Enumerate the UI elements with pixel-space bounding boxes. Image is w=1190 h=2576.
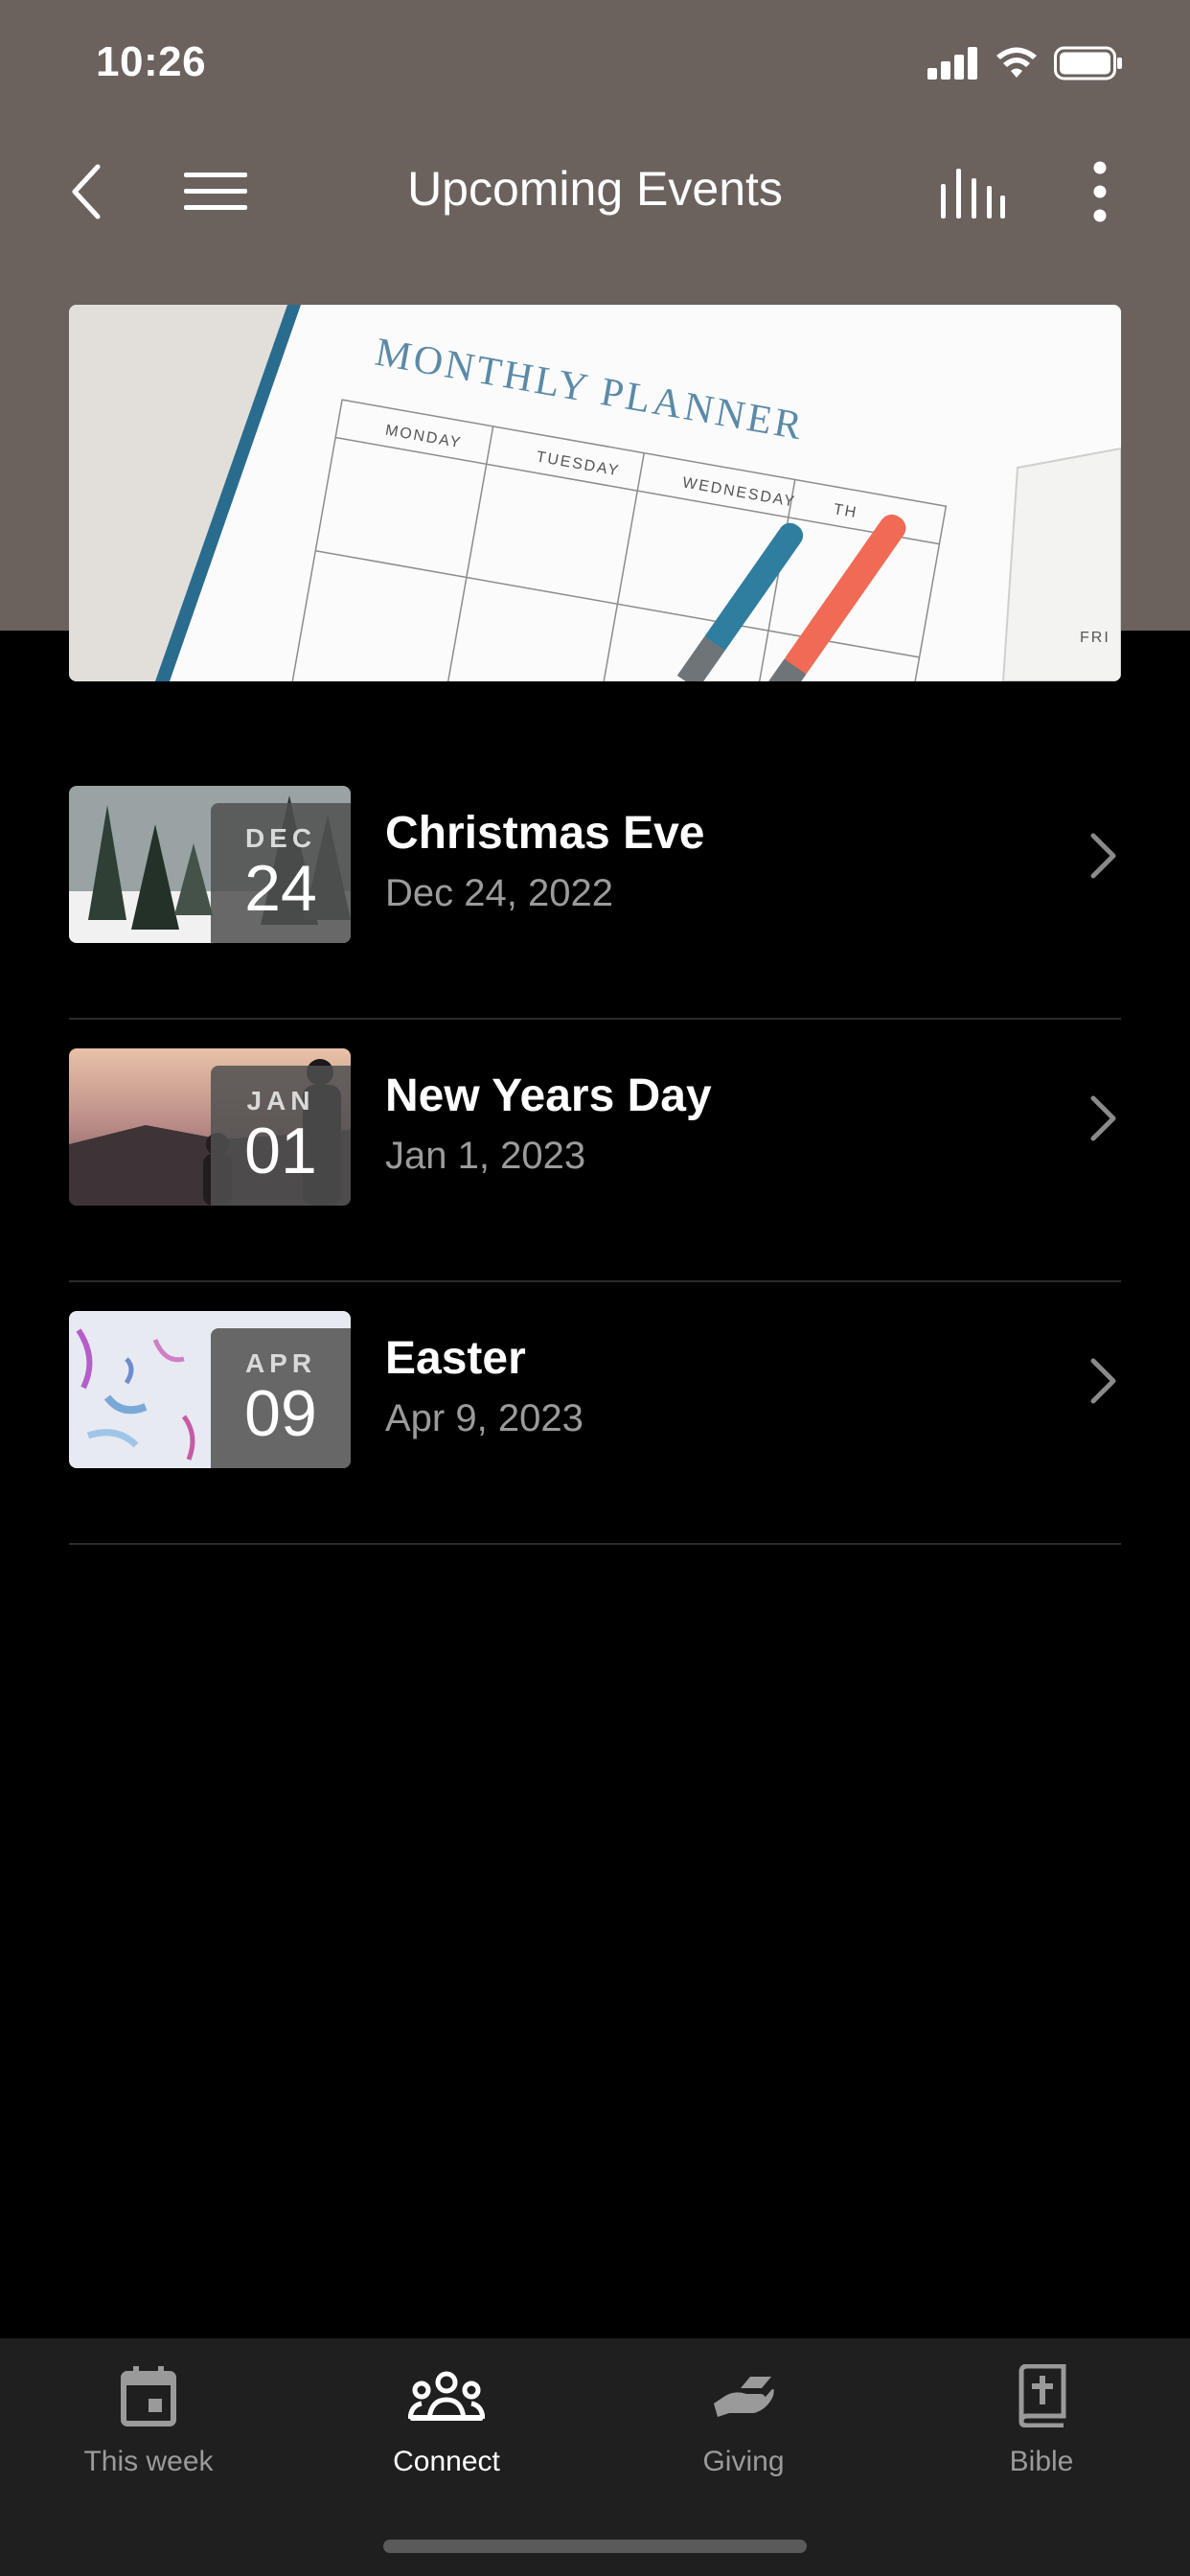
date-badge: JAN 01: [211, 1066, 351, 1206]
badge-day: 24: [244, 852, 317, 925]
more-options-button[interactable]: [1062, 153, 1138, 230]
page-title: Upcoming Events: [407, 162, 783, 216]
event-title: Christmas Eve: [385, 808, 705, 859]
status-time: 10:26: [96, 38, 207, 85]
event-row[interactable]: APR 09 Easter Apr 9, 2023: [69, 1282, 1121, 1545]
event-date: Dec 24, 2022: [385, 872, 613, 914]
event-thumbnail: DEC 24: [69, 786, 351, 943]
event-date: Jan 1, 2023: [385, 1135, 586, 1177]
date-badge: DEC 24: [211, 803, 351, 943]
audio-button[interactable]: [934, 153, 1011, 230]
tab-label: Connect: [393, 2446, 500, 2477]
event-title: Easter: [385, 1333, 526, 1384]
tab-label: Bible: [1009, 2446, 1074, 2477]
events-list: DEC 24 Christmas Eve Dec 24, 2022 JAN 01…: [69, 757, 1121, 1545]
audio-bars-icon: [941, 169, 1005, 218]
people-icon: [408, 2371, 485, 2421]
event-date: Apr 9, 2023: [385, 1397, 584, 1439]
home-indicator: [383, 2540, 807, 2553]
event-row[interactable]: DEC 24 Christmas Eve Dec 24, 2022: [69, 757, 1121, 1020]
calendar-icon: [121, 2366, 176, 2426]
badge-month: DEC: [244, 823, 317, 853]
hero-image: MONTHLY PLANNER MONDAY TUESDAY WEDNESDAY…: [69, 305, 1121, 681]
more-vertical-icon: [1093, 161, 1107, 222]
chevron-right-icon: [1090, 1095, 1116, 1141]
chevron-right-icon: [1090, 833, 1116, 879]
tab-bible[interactable]: Bible: [917, 2358, 1166, 2511]
tab-giving[interactable]: Giving: [619, 2358, 868, 2511]
planner-day-label: FRI: [1080, 630, 1110, 646]
wifi-icon: [996, 47, 1037, 78]
date-badge: APR 09: [211, 1328, 351, 1468]
tab-label: This week: [83, 2446, 214, 2477]
badge-month: APR: [244, 1348, 317, 1378]
badge-day: 09: [244, 1377, 317, 1450]
giving-hand-icon: [714, 2377, 774, 2417]
tab-label: Giving: [702, 2446, 785, 2477]
event-row[interactable]: JAN 01 New Years Day Jan 1, 2023: [69, 1020, 1121, 1282]
event-thumbnail: JAN 01: [69, 1048, 351, 1206]
status-bar: 10:26: [0, 0, 1190, 134]
badge-day: 01: [244, 1115, 317, 1187]
tab-this-week[interactable]: This week: [24, 2358, 273, 2511]
battery-icon: [1054, 46, 1122, 80]
badge-month: JAN: [246, 1086, 315, 1116]
navigation-bar: Upcoming Events: [0, 134, 1190, 249]
bible-icon: [1018, 2364, 1066, 2427]
signal-icon: [927, 47, 977, 80]
chevron-right-icon: [1090, 1358, 1116, 1404]
event-thumbnail: APR 09: [69, 1311, 351, 1468]
event-title: New Years Day: [385, 1070, 712, 1121]
tab-connect[interactable]: Connect: [322, 2358, 571, 2511]
status-icons: [927, 46, 1123, 80]
